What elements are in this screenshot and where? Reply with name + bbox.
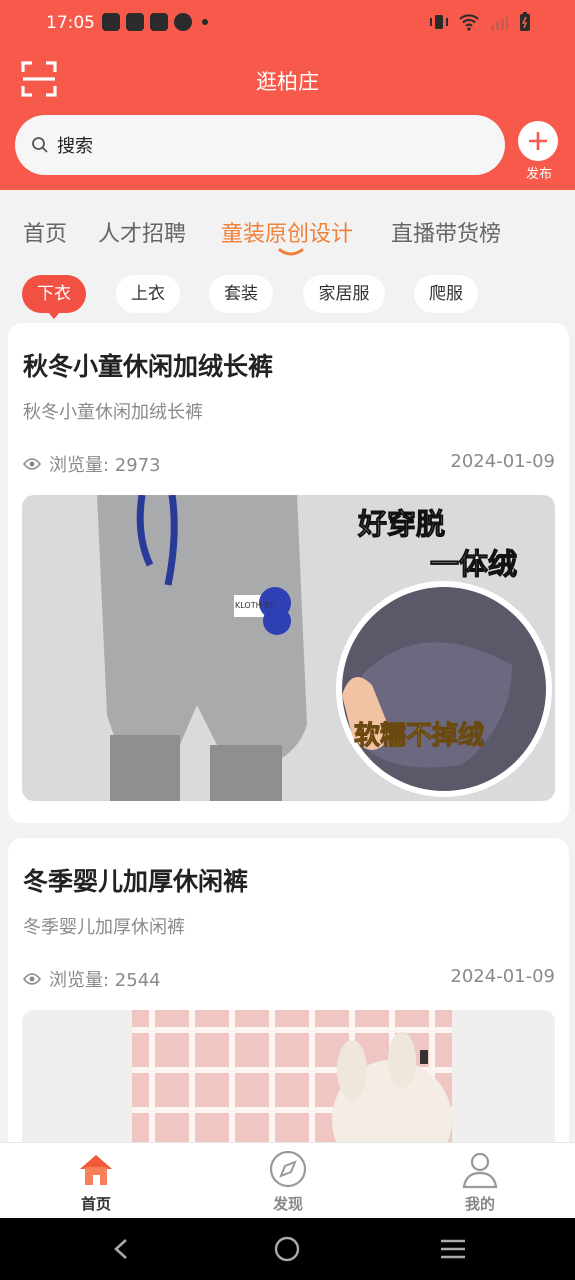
notification-icon: [150, 13, 168, 31]
system-status-icons: [429, 12, 531, 32]
image-caption-2: 一体绒: [429, 547, 518, 582]
post-title[interactable]: 冬季婴儿加厚休闲裤: [23, 862, 248, 898]
publish-label[interactable]: 发布: [518, 163, 560, 182]
eye-icon: [23, 458, 41, 470]
more-notifications-icon: [202, 19, 208, 25]
product-image-graphic: [22, 1010, 555, 1158]
post-date: 2024-01-09: [450, 451, 555, 472]
post-card[interactable]: 冬季婴儿加厚休闲裤 冬季婴儿加厚休闲裤 浏览量: 2544 2024-01-09: [8, 838, 569, 1158]
post-card[interactable]: 秋冬小童休闲加绒长裤 秋冬小童休闲加绒长裤 浏览量: 2973 2024-01-…: [8, 323, 569, 823]
wifi-icon: [459, 14, 479, 31]
nav-discover-label: 发现: [272, 1195, 303, 1213]
nav-discover[interactable]: 发现: [192, 1143, 384, 1219]
chip-homewear[interactable]: 家居服: [303, 275, 385, 313]
tab-kids-design[interactable]: 童装原创设计: [221, 216, 353, 248]
user-icon: [462, 1152, 498, 1189]
tab-recruitment[interactable]: 人才招聘: [98, 216, 186, 248]
nav-home-label: 首页: [80, 1195, 111, 1213]
app-header: 17:05 逛柏庄 搜索 发布: [0, 0, 575, 190]
tab-home[interactable]: 首页: [23, 216, 67, 248]
notification-icon: [174, 13, 192, 31]
chip-rompers[interactable]: 爬服: [414, 275, 478, 313]
nav-home[interactable]: 首页: [0, 1143, 192, 1219]
views-count: 浏览量: 2544: [49, 970, 161, 991]
tab-livestream-rank[interactable]: 直播带货榜: [391, 216, 501, 248]
search-input[interactable]: 搜索: [15, 115, 505, 175]
subcategory-chips: 下衣 上衣 套装 家居服 爬服: [0, 265, 575, 323]
nav-me[interactable]: 我的: [384, 1143, 575, 1219]
post-date: 2024-01-09: [450, 966, 555, 987]
product-image[interactable]: [22, 1010, 555, 1158]
post-title[interactable]: 秋冬小童休闲加绒长裤: [23, 347, 273, 383]
notification-icon: [102, 13, 120, 31]
chip-bottoms[interactable]: 下衣: [22, 275, 86, 319]
status-time: 17:05: [46, 13, 95, 33]
plus-icon: [529, 132, 547, 150]
chip-sets[interactable]: 套装: [209, 275, 273, 313]
home-circle-icon[interactable]: [274, 1236, 300, 1262]
image-caption-3: 软糯不掉绒: [353, 721, 485, 752]
post-views: 浏览量: 2544: [23, 966, 161, 992]
active-tab-indicator: [278, 248, 304, 256]
views-count: 浏览量: 2973: [49, 455, 161, 476]
post-subtitle: 秋冬小童休闲加绒长裤: [23, 402, 203, 423]
search-icon: [32, 137, 48, 153]
battery-icon: [520, 12, 530, 31]
vibrate-icon: [430, 15, 448, 29]
eye-icon: [23, 973, 41, 985]
page-title: 逛柏庄: [256, 70, 319, 94]
post-subtitle: 冬季婴儿加厚休闲裤: [23, 917, 185, 938]
image-caption-1: 好穿脱: [357, 507, 446, 542]
system-nav-bar: [0, 1218, 575, 1280]
category-tabs: 首页 人才招聘 童装原创设计 直播带货榜: [0, 190, 575, 265]
nav-me-label: 我的: [464, 1195, 495, 1213]
status-bar: 17:05: [0, 0, 575, 46]
home-icon: [80, 1155, 112, 1185]
publish-button[interactable]: [518, 121, 558, 161]
chip-tops[interactable]: 上衣: [116, 275, 180, 313]
bottom-navigation: 首页 发现 我的: [0, 1142, 575, 1219]
back-icon[interactable]: [112, 1238, 132, 1260]
product-brand-tag: KLOTH ST: [235, 601, 275, 610]
notification-icon: [126, 13, 144, 31]
search-placeholder: 搜索: [57, 136, 93, 157]
product-image[interactable]: 好穿脱 一体绒 软糯不掉绒 KLOTH ST: [22, 495, 555, 801]
compass-icon: [269, 1150, 307, 1188]
notification-icons: [102, 13, 208, 31]
recents-icon[interactable]: [440, 1238, 466, 1260]
post-views: 浏览量: 2973: [23, 451, 161, 477]
signal-icon: [491, 15, 508, 30]
